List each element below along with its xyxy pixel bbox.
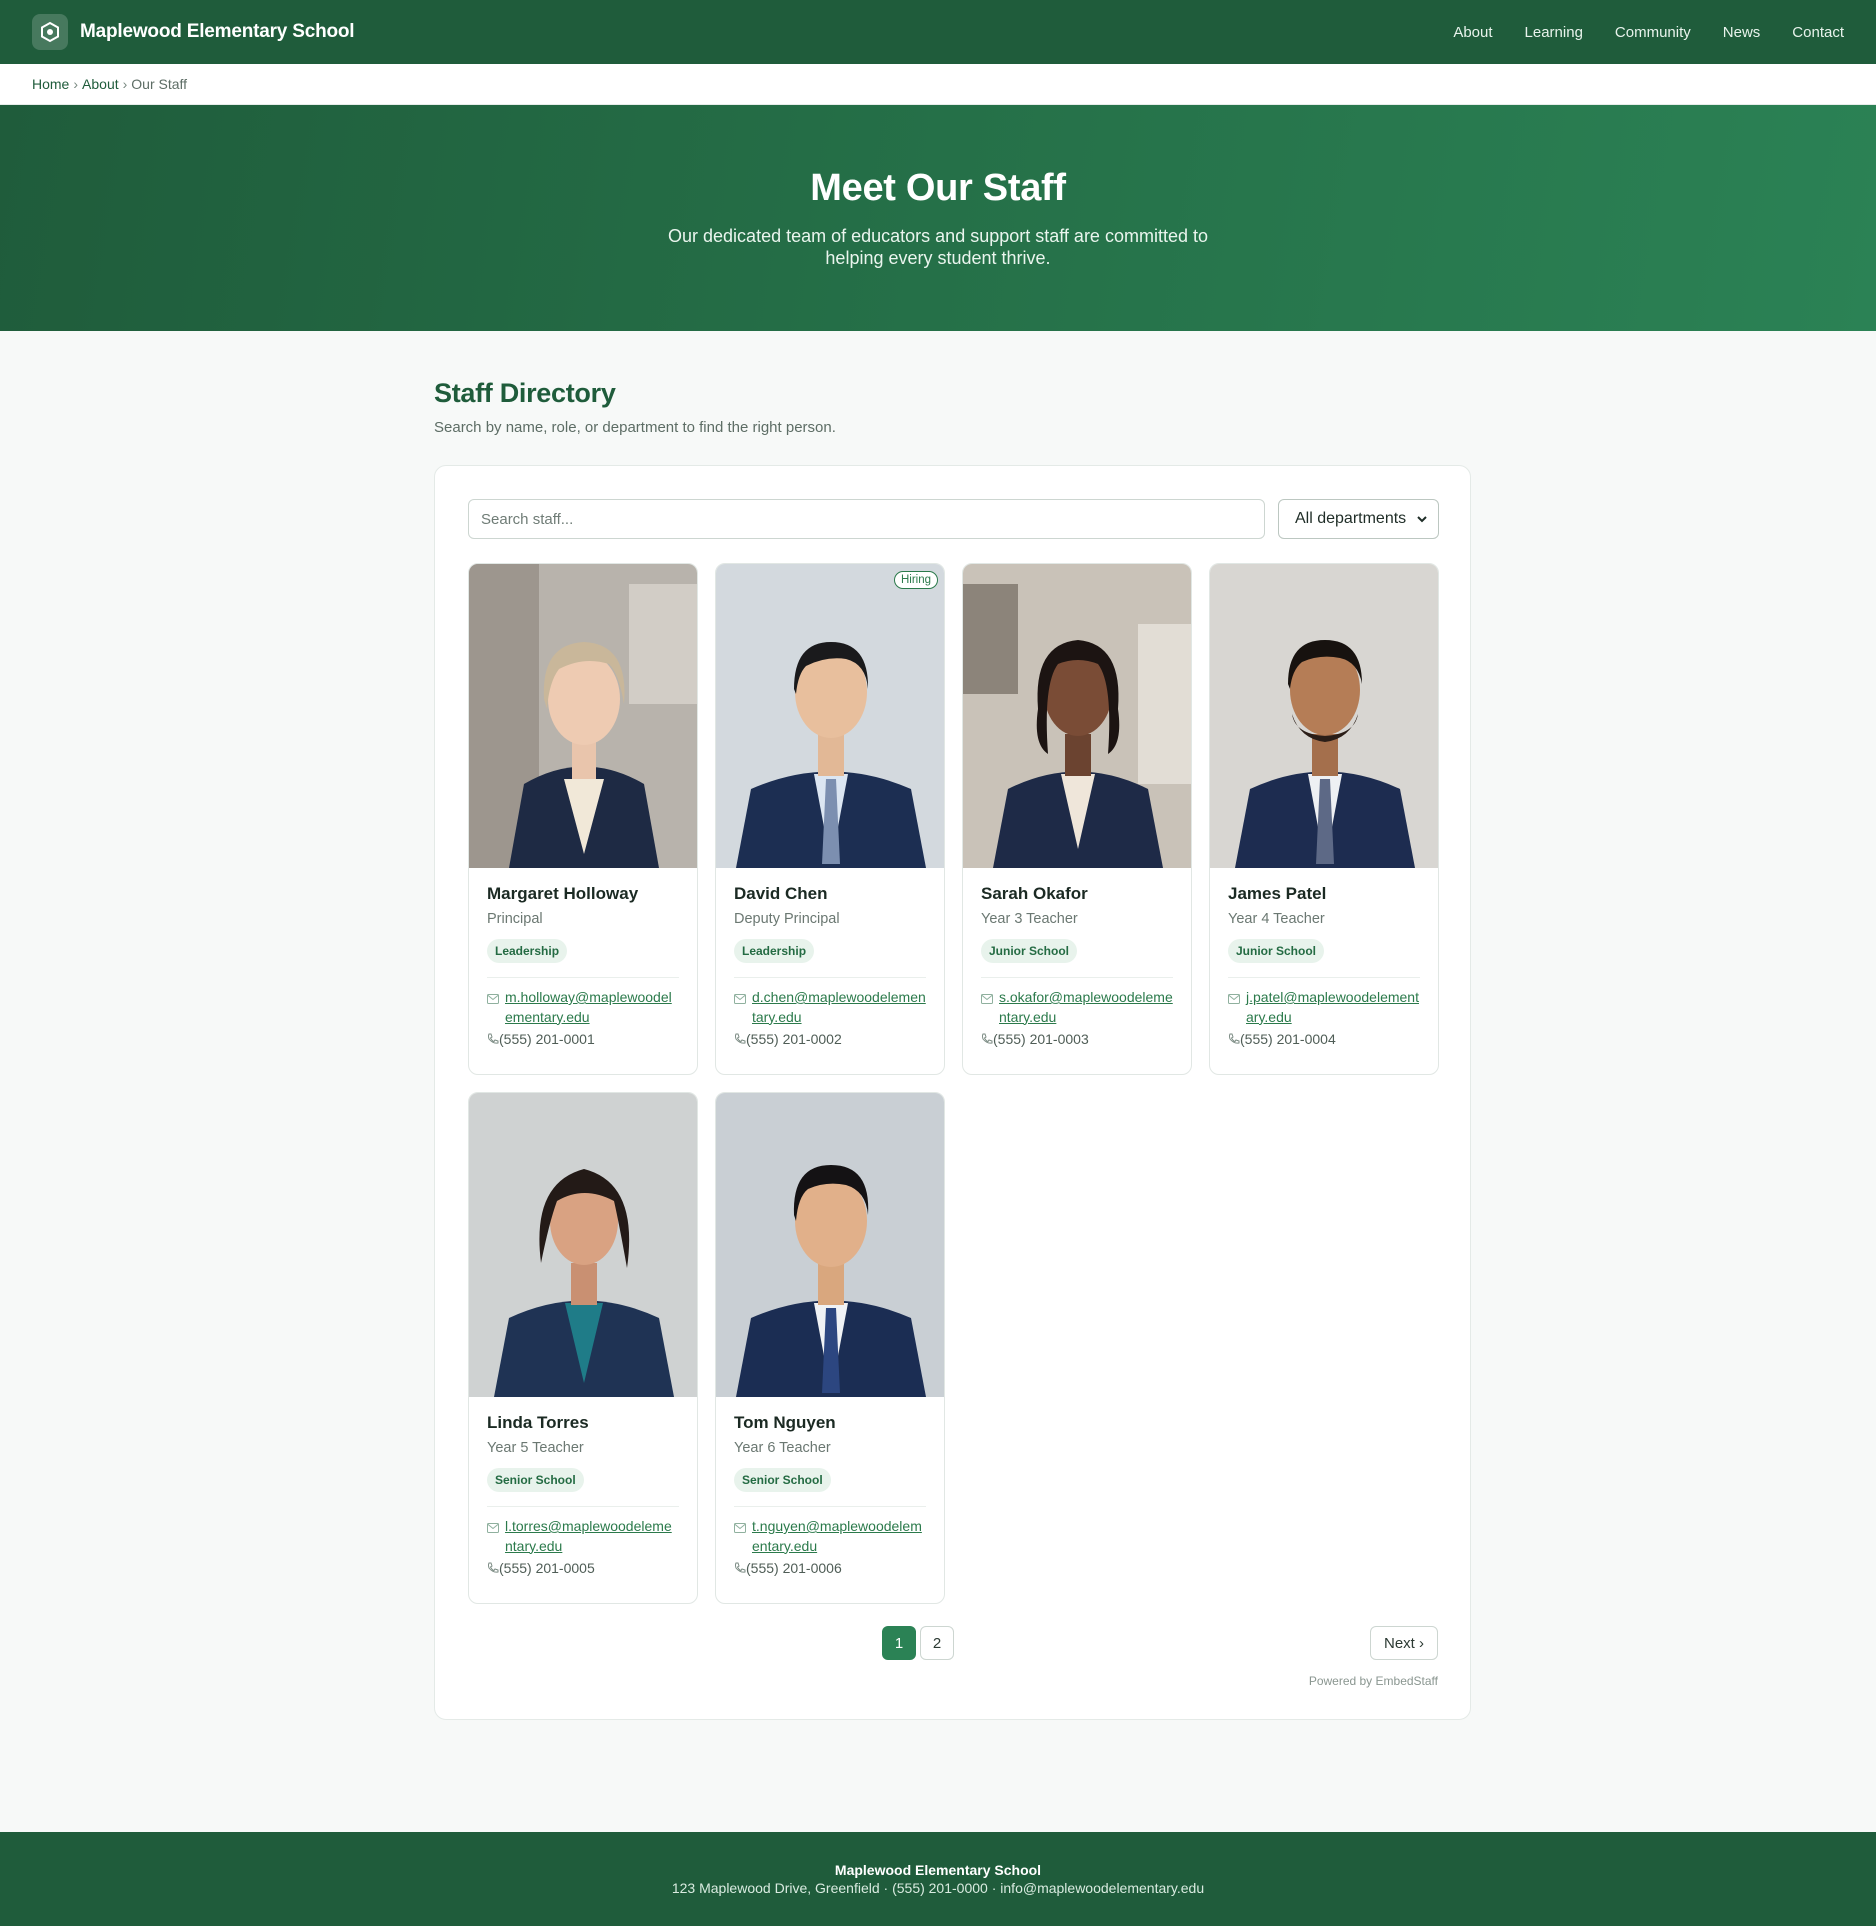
department-tag: Junior School [981,939,1078,963]
footer-separator: · [883,1880,889,1896]
divider [1228,977,1420,978]
top-navbar: Maplewood Elementary School About Learni… [0,0,1876,64]
hiring-badge: Hiring [893,571,938,589]
nav-contact[interactable]: Contact [1792,24,1844,41]
nav-about[interactable]: About [1453,24,1492,41]
staff-email-link[interactable]: m.holloway@maplewoodelementary.edu [505,988,679,1027]
brand-name[interactable]: Maplewood Elementary School [80,21,355,43]
school-logo-icon[interactable] [32,14,68,50]
staff-photo [1210,564,1438,868]
staff-role: Principal [487,911,543,927]
footer-contact-line: 123 Maplewood Drive, Greenfield · (555) … [672,1880,1204,1896]
breadcrumb-separator: › [73,76,79,92]
directory-heading: Staff Directory Search by name, role, or… [434,378,1471,436]
department-tag: Leadership [487,939,568,963]
staff-card[interactable]: Hiring David Chen Deputy Principal Leade… [715,563,945,1075]
divider [734,977,926,978]
staff-name: Linda Torres [487,1413,589,1432]
footer-phone: (555) 201-0000 [892,1880,988,1896]
chevron-down-icon [1417,516,1427,523]
staff-phone: (555) 201-0004 [1240,1031,1336,1048]
staff-phone: (555) 201-0001 [499,1031,595,1048]
divider [487,977,679,978]
staff-photo [716,1093,944,1397]
staff-role: Year 6 Teacher [734,1440,831,1456]
staff-phone: (555) 201-0005 [499,1560,595,1577]
phone-icon [735,1033,746,1044]
staff-card[interactable]: James Patel Year 4 Teacher Junior School… [1209,563,1439,1075]
hero-subtitle: Our dedicated team of educators and supp… [668,225,1208,268]
divider [981,977,1173,978]
site-footer: Maplewood Elementary School 123 Maplewoo… [0,1832,1876,1926]
footer-email[interactable]: info@maplewoodelementary.edu [1000,1880,1204,1896]
staff-name: Tom Nguyen [734,1413,836,1432]
phone-icon [1229,1033,1240,1044]
nav-news[interactable]: News [1723,24,1761,41]
next-page-button[interactable]: Next › [1370,1626,1438,1660]
department-tag: Senior School [734,1468,831,1492]
staff-email-link[interactable]: l.torres@maplewoodelementary.edu [505,1517,679,1556]
mail-icon [487,994,499,1004]
divider [734,1506,926,1507]
staff-role: Deputy Principal [734,911,840,927]
staff-name: David Chen [734,884,828,903]
directory-title: Staff Directory [434,378,616,408]
phone-icon [488,1033,499,1044]
staff-email-link[interactable]: j.patel@maplewoodelementary.edu [1246,988,1420,1027]
footer-school-name: Maplewood Elementary School [834,1862,1042,1878]
search-input[interactable] [468,499,1265,539]
staff-card[interactable]: Linda Torres Year 5 Teacher Senior Schoo… [468,1092,698,1604]
staff-phone: (555) 201-0002 [746,1031,842,1048]
page-2-button[interactable]: 2 [920,1626,954,1660]
directory-subtitle: Search by name, role, or department to f… [434,419,836,436]
powered-by: Powered by EmbedStaff [1308,1674,1438,1688]
mail-icon [734,994,746,1004]
staff-email-link[interactable]: s.okafor@maplewoodelementary.edu [999,988,1173,1027]
staff-role: Year 3 Teacher [981,911,1078,927]
breadcrumb-separator: › [122,76,128,92]
nav-learning[interactable]: Learning [1525,24,1583,41]
staff-role: Year 4 Teacher [1228,911,1325,927]
staff-phone: (555) 201-0006 [746,1560,842,1577]
department-select-value: All departments [1295,510,1407,527]
department-select[interactable]: All departments [1278,499,1439,539]
staff-role: Year 5 Teacher [487,1440,584,1456]
nav-community[interactable]: Community [1615,24,1691,41]
department-tag: Senior School [487,1468,584,1492]
department-tag: Junior School [1228,939,1325,963]
staff-photo [469,1093,697,1397]
staff-card[interactable]: Margaret Holloway Principal Leadership m… [468,563,698,1075]
staff-photo [469,564,697,868]
staff-phone: (555) 201-0003 [993,1031,1089,1048]
divider [487,1506,679,1507]
staff-photo [963,564,1191,868]
page-1-button[interactable]: 1 [882,1626,916,1660]
breadcrumb: Home › About › Our Staff [0,64,1876,105]
staff-card[interactable]: Sarah Okafor Year 3 Teacher Junior Schoo… [962,563,1192,1075]
department-tag: Leadership [734,939,815,963]
staff-email-link[interactable]: d.chen@maplewoodelementary.edu [752,988,926,1027]
mail-icon [734,1523,746,1533]
staff-name: James Patel [1228,884,1327,903]
staff-card[interactable]: Tom Nguyen Year 6 Teacher Senior School … [715,1092,945,1604]
staff-directory-panel: All departments Margaret Holloway Princi… [434,465,1471,1720]
hero-banner: Meet Our Staff Our dedicated team of edu… [0,105,1876,331]
phone-icon [735,1562,746,1573]
phone-icon [982,1033,993,1044]
breadcrumb-about[interactable]: About [82,76,119,92]
main-nav: About Learning Community News Contact [1453,24,1844,41]
footer-address: 123 Maplewood Drive, Greenfield [671,1880,880,1896]
staff-email-link[interactable]: t.nguyen@maplewoodelementary.edu [752,1517,926,1556]
staff-name: Margaret Holloway [487,884,639,903]
mail-icon [981,994,993,1004]
breadcrumb-current: Our Staff [131,76,188,92]
staff-photo: Hiring [716,564,944,868]
footer-separator: · [991,1880,997,1896]
mail-icon [487,1523,499,1533]
phone-icon [488,1562,499,1573]
page-title: Meet Our Staff [810,166,1066,209]
staff-name: Sarah Okafor [981,884,1088,903]
breadcrumb-home[interactable]: Home [32,76,69,92]
mail-icon [1228,994,1240,1004]
